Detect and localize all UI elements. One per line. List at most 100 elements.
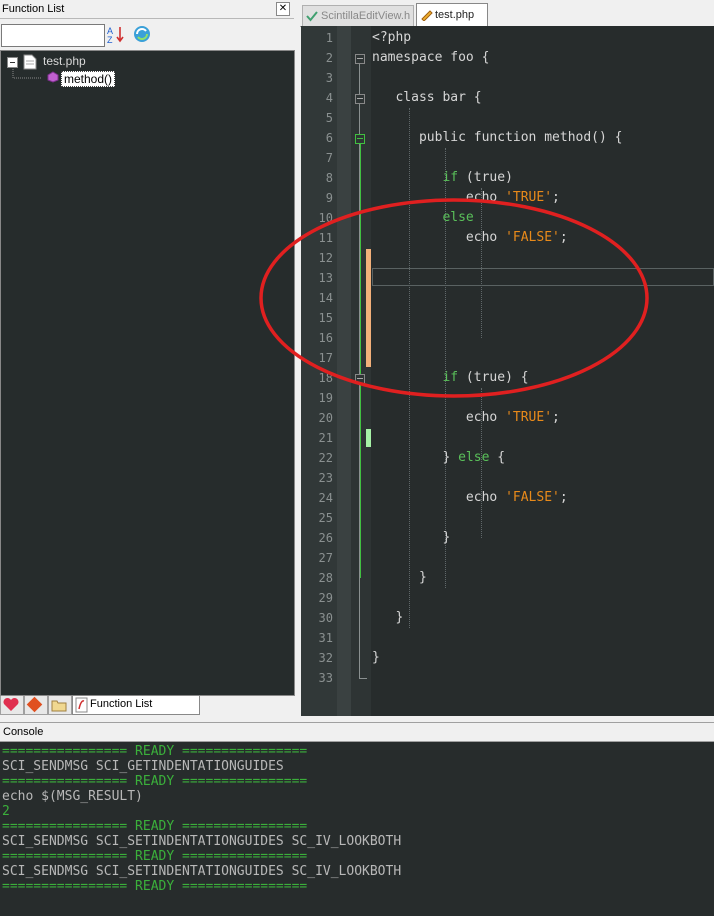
sort-alpha-icon[interactable]: AZ bbox=[106, 24, 126, 45]
line-number: 3 bbox=[325, 71, 333, 85]
line-number: 26 bbox=[318, 531, 333, 545]
code-line-4: class bar { bbox=[372, 90, 482, 105]
tab-favorites[interactable] bbox=[0, 696, 24, 715]
tab-explorer[interactable] bbox=[48, 696, 72, 715]
annotation-circle bbox=[259, 198, 649, 398]
line-number: 22 bbox=[318, 451, 333, 465]
line-number: 21 bbox=[318, 431, 333, 445]
tab-test-php[interactable]: test.php bbox=[416, 3, 488, 26]
code-text: class bbox=[395, 90, 435, 105]
php-file-icon bbox=[23, 54, 37, 70]
collapse-icon[interactable] bbox=[7, 57, 19, 69]
git-icon bbox=[26, 696, 43, 713]
code-text: ; bbox=[552, 410, 560, 425]
code-text: } bbox=[418, 570, 427, 585]
code-text: (true) bbox=[458, 170, 513, 185]
string: 'TRUE' bbox=[505, 410, 553, 425]
console-line: ================ READY ================ bbox=[2, 879, 308, 894]
line-number: 6 bbox=[325, 131, 333, 145]
line-number: 7 bbox=[325, 151, 333, 165]
code-text: namespace foo { bbox=[372, 50, 490, 65]
tree-file-label[interactable]: test.php bbox=[43, 54, 86, 68]
code-text: public bbox=[418, 130, 466, 145]
code-text: } bbox=[395, 610, 404, 625]
tab-function-list[interactable]: Function List bbox=[72, 696, 200, 715]
code-text: echo bbox=[465, 490, 506, 505]
tree-method-label[interactable]: method() bbox=[61, 71, 116, 87]
function-search-input[interactable] bbox=[1, 24, 105, 47]
code-text: } bbox=[442, 530, 451, 545]
function-tree: test.php method() bbox=[0, 50, 295, 696]
console-line: 2 bbox=[2, 804, 10, 819]
line-number: 20 bbox=[318, 411, 333, 425]
fold-toggle-namespace[interactable] bbox=[355, 54, 365, 64]
code-text: function bbox=[473, 130, 537, 145]
code-line-24: echo 'FALSE'; bbox=[372, 490, 568, 505]
console-title: Console bbox=[3, 726, 44, 738]
line-number: 30 bbox=[318, 611, 333, 625]
code-text: } bbox=[442, 450, 459, 465]
folder-icon bbox=[51, 700, 67, 712]
console-titlebar: Console bbox=[0, 722, 714, 742]
tab-scintilla-editview[interactable]: ScintillaEditView.h bbox=[302, 5, 414, 27]
console-line: SCI_SENDMSG SCI_GETINDENTATIONGUIDES bbox=[2, 759, 284, 774]
svg-text:Z: Z bbox=[107, 35, 113, 44]
fold-toggle-method[interactable] bbox=[355, 134, 365, 144]
check-icon bbox=[306, 11, 318, 22]
line-number: 2 bbox=[325, 51, 333, 65]
line-number: 29 bbox=[318, 591, 333, 605]
code-text: echo bbox=[465, 410, 506, 425]
line-number: 32 bbox=[318, 651, 333, 665]
function-list-titlebar: Function List ✕ bbox=[0, 0, 294, 19]
string: 'FALSE' bbox=[505, 490, 560, 505]
code-text: method() { bbox=[536, 130, 623, 145]
tab-test-php-label: test.php bbox=[435, 9, 475, 21]
line-number: 28 bbox=[318, 571, 333, 585]
method-icon bbox=[47, 71, 59, 83]
line-number: 1 bbox=[325, 31, 333, 45]
code-line-1: <?php bbox=[372, 30, 411, 45]
code-line-8: if (true) bbox=[372, 170, 513, 185]
line-number: 27 bbox=[318, 551, 333, 565]
function-list-title: Function List bbox=[2, 3, 65, 15]
console-line: ================ READY ================ bbox=[2, 744, 308, 759]
console-line: ================ READY ================ bbox=[2, 819, 308, 834]
code-line-30: } bbox=[372, 610, 403, 625]
keyword: else bbox=[458, 450, 490, 465]
line-number: 33 bbox=[318, 671, 333, 685]
line-number: 8 bbox=[325, 171, 333, 185]
line-number: 23 bbox=[318, 471, 333, 485]
saved-lines-marker bbox=[366, 429, 371, 447]
code-text: bar { bbox=[434, 90, 482, 105]
code-line-32: } bbox=[372, 650, 380, 665]
console-line: ================ READY ================ bbox=[2, 849, 308, 864]
close-icon[interactable]: ✕ bbox=[276, 2, 290, 16]
code-text: ; bbox=[559, 490, 568, 505]
tree-connector bbox=[12, 69, 42, 79]
keyword: if bbox=[442, 170, 459, 185]
fold-end bbox=[359, 678, 367, 679]
code-text: <?php bbox=[372, 30, 412, 45]
editor-tabbar: ScintillaEditView.h test.php bbox=[300, 0, 714, 27]
console-line: SCI_SENDMSG SCI_SETINDENTATIONGUIDES SC_… bbox=[2, 834, 402, 849]
console-line: SCI_SENDMSG SCI_SETINDENTATIONGUIDES SC_… bbox=[2, 864, 402, 879]
tab-function-list-label: Function List bbox=[90, 698, 153, 710]
code-text: { bbox=[489, 450, 506, 465]
line-number: 25 bbox=[318, 511, 333, 525]
code-line-22: } else { bbox=[372, 450, 505, 465]
code-line-26: } bbox=[372, 530, 450, 545]
panel-tabs: Function List bbox=[0, 696, 296, 718]
code-line-2: namespace foo { bbox=[372, 50, 489, 65]
console-line: echo $(MSG_RESULT) bbox=[2, 789, 143, 804]
line-number: 5 bbox=[325, 111, 333, 125]
line-number: 31 bbox=[318, 631, 333, 645]
console-line: ================ READY ================ bbox=[2, 774, 308, 789]
code-line-6: public function method() { bbox=[372, 130, 623, 145]
code-text: } bbox=[372, 650, 380, 665]
tab-git[interactable] bbox=[24, 696, 48, 715]
fold-toggle-class[interactable] bbox=[355, 94, 365, 104]
tab-scintilla-label: ScintillaEditView.h bbox=[321, 10, 411, 22]
line-number: 24 bbox=[318, 491, 333, 505]
edit-pencil-icon bbox=[421, 10, 433, 21]
reload-icon[interactable] bbox=[132, 24, 152, 44]
